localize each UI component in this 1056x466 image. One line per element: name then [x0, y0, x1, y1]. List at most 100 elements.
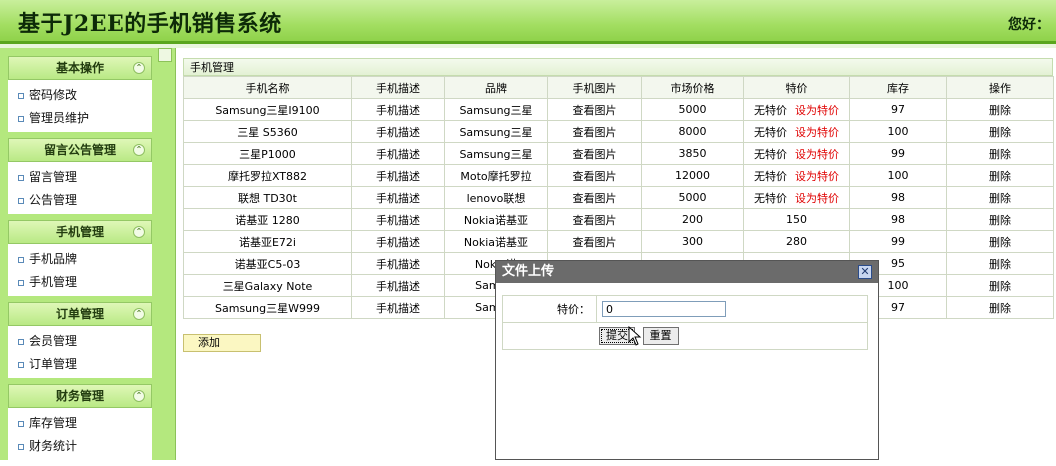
phone-desc-link[interactable]: 手机描述 — [351, 120, 445, 143]
sidebar-item[interactable]: 密码修改 — [8, 84, 152, 107]
sidebar-item[interactable]: 库存管理 — [8, 412, 152, 435]
sidebar-section-title: 基本操作 — [55, 61, 104, 75]
dialog-form: 特价： 提交 重置 — [502, 295, 868, 350]
sidebar-item[interactable]: 留言管理 — [8, 166, 152, 189]
delete-link[interactable]: 删除 — [946, 120, 1054, 143]
collapse-arrow-icon[interactable]: ⌃ — [133, 226, 145, 238]
delete-link[interactable]: 删除 — [946, 186, 1054, 209]
sidebar-item[interactable]: 订单管理 — [8, 353, 152, 376]
sidebar-section-header[interactable]: 财务管理 ⌃ — [8, 384, 152, 408]
view-image-link[interactable]: 查看图片 — [547, 164, 642, 187]
sidebar-section-title: 财务管理 — [55, 389, 104, 403]
sidebar-item-label: 管理员维护 — [29, 111, 90, 125]
set-special-link[interactable]: 设为特价 — [795, 126, 839, 139]
set-special-link[interactable]: 设为特价 — [795, 148, 839, 161]
special-price-cell: 无特价 设为特价 — [743, 186, 850, 209]
phone-name-cell: 三星 S5360 — [183, 120, 352, 143]
special-price-cell — [596, 295, 868, 323]
special-price-value: 无特价 — [754, 169, 787, 183]
collapse-arrow-icon[interactable]: ⌃ — [133, 308, 145, 320]
delete-link[interactable]: 删除 — [946, 98, 1054, 121]
special-price-value: 无特价 — [754, 125, 787, 139]
phone-desc-link[interactable]: 手机描述 — [351, 208, 445, 231]
phone-desc-link[interactable]: 手机描述 — [351, 164, 445, 187]
special-price-cell: 无特价 设为特价 — [743, 98, 850, 121]
view-image-link[interactable]: 查看图片 — [547, 230, 642, 253]
table-row: 摩托罗拉XT882 手机描述 Moto摩托罗拉 查看图片 12000 无特价 设为特价 100… — [183, 164, 1054, 187]
sidebar-item-label: 密码修改 — [29, 88, 78, 102]
table-row: 联想 TD30t 手机描述 lenovo联想 查看图片 5000 无特价 设为特价 98 删除 — [183, 186, 1054, 209]
view-image-link[interactable]: 查看图片 — [547, 142, 642, 165]
phone-desc-link[interactable]: 手机描述 — [351, 296, 445, 319]
sidebar-section-header[interactable]: 留言公告管理 ⌃ — [8, 138, 152, 162]
stock-cell: 99 — [849, 230, 947, 253]
sidebar-collapse-button[interactable] — [158, 48, 172, 62]
bullet-icon — [18, 443, 24, 450]
sidebar-item[interactable]: 手机品牌 — [8, 248, 152, 271]
sidebar-section-header[interactable]: 基本操作 ⌃ — [8, 56, 152, 80]
set-special-link[interactable]: 设为特价 — [795, 104, 839, 117]
sidebar-section-body: 留言管理 公告管理 — [8, 162, 152, 214]
special-price-cell: 无特价 设为特价 — [743, 120, 850, 143]
delete-link[interactable]: 删除 — [946, 230, 1054, 253]
delete-link[interactable]: 删除 — [946, 208, 1054, 231]
phone-desc-link[interactable]: 手机描述 — [351, 186, 445, 209]
phone-desc-link[interactable]: 手机描述 — [351, 274, 445, 297]
collapse-arrow-icon[interactable]: ⌃ — [133, 390, 145, 402]
set-special-link[interactable]: 设为特价 — [795, 170, 839, 183]
sidebar-item-label: 手机品牌 — [29, 252, 78, 266]
panel-title: 手机管理 — [183, 58, 1053, 76]
view-image-link[interactable]: 查看图片 — [547, 120, 642, 143]
sidebar-item[interactable]: 财务统计 — [8, 435, 152, 458]
sidebar-item[interactable]: 会员管理 — [8, 330, 152, 353]
special-price-value: 无特价 — [754, 103, 787, 117]
bullet-icon — [18, 92, 24, 99]
sidebar-section-title: 手机管理 — [55, 225, 104, 239]
sidebar-section-header[interactable]: 手机管理 ⌃ — [8, 220, 152, 244]
phone-desc-link[interactable]: 手机描述 — [351, 230, 445, 253]
phone-name-cell: 诺基亚E72i — [183, 230, 352, 253]
market-price-cell: 12000 — [641, 164, 744, 187]
phone-desc-link[interactable]: 手机描述 — [351, 98, 445, 121]
delete-link[interactable]: 删除 — [946, 252, 1054, 275]
close-icon[interactable]: ✕ — [858, 265, 872, 279]
collapse-arrow-icon[interactable]: ⌃ — [133, 144, 145, 156]
phone-desc-link[interactable]: 手机描述 — [351, 252, 445, 275]
delete-link[interactable]: 删除 — [946, 274, 1054, 297]
sidebar-item[interactable]: 公告管理 — [8, 189, 152, 212]
sidebar-section: 留言公告管理 ⌃ 留言管理 公告管理 — [8, 138, 152, 214]
view-image-link[interactable]: 查看图片 — [547, 186, 642, 209]
brand-cell: Samsung三星 — [444, 98, 548, 121]
collapse-arrow-icon[interactable]: ⌃ — [133, 62, 145, 74]
delete-link[interactable]: 删除 — [946, 296, 1054, 319]
table-header-row: 手机名称 手机描述 品牌 手机图片 市场价格 特价 库存 操作 — [183, 76, 1054, 99]
column-header: 市场价格 — [641, 76, 744, 99]
reset-button[interactable]: 重置 — [642, 327, 679, 345]
phone-desc-link[interactable]: 手机描述 — [351, 142, 445, 165]
special-price-cell: 150 — [743, 208, 850, 231]
column-header: 手机名称 — [183, 76, 352, 99]
sidebar-section: 基本操作 ⌃ 密码修改管理员维护 — [8, 56, 152, 132]
view-image-link[interactable]: 查看图片 — [547, 208, 642, 231]
brand-cell: lenovo联想 — [444, 186, 548, 209]
delete-link[interactable]: 删除 — [946, 142, 1054, 165]
sidebar-section-header[interactable]: 订单管理 ⌃ — [8, 302, 152, 326]
sidebar-section: 订单管理 ⌃ 会员管理 订单管理 — [8, 302, 152, 378]
table-row: 三星 S5360 手机描述 Samsung三星 查看图片 8000 无特价 设为特价 100 删… — [183, 120, 1054, 143]
phone-name-cell: 三星Galaxy Note — [183, 274, 352, 297]
add-button[interactable]: 添加 — [183, 334, 261, 352]
market-price-cell: 5000 — [641, 98, 744, 121]
table-row: 诺基亚E72i 手机描述 Nokia诺基亚 查看图片 300 280 99 删除 — [183, 230, 1054, 253]
special-price-cell: 280 — [743, 230, 850, 253]
market-price-cell: 300 — [641, 230, 744, 253]
special-price-label: 特价： — [502, 295, 597, 323]
set-special-link[interactable]: 设为特价 — [795, 192, 839, 205]
sidebar-item[interactable]: 手机管理 — [8, 271, 152, 294]
column-header: 操作 — [946, 76, 1054, 99]
market-price-cell: 8000 — [641, 120, 744, 143]
sidebar-section-title: 留言公告管理 — [43, 143, 116, 157]
delete-link[interactable]: 删除 — [946, 164, 1054, 187]
special-price-input[interactable] — [602, 301, 726, 317]
sidebar-item[interactable]: 管理员维护 — [8, 107, 152, 130]
view-image-link[interactable]: 查看图片 — [547, 98, 642, 121]
